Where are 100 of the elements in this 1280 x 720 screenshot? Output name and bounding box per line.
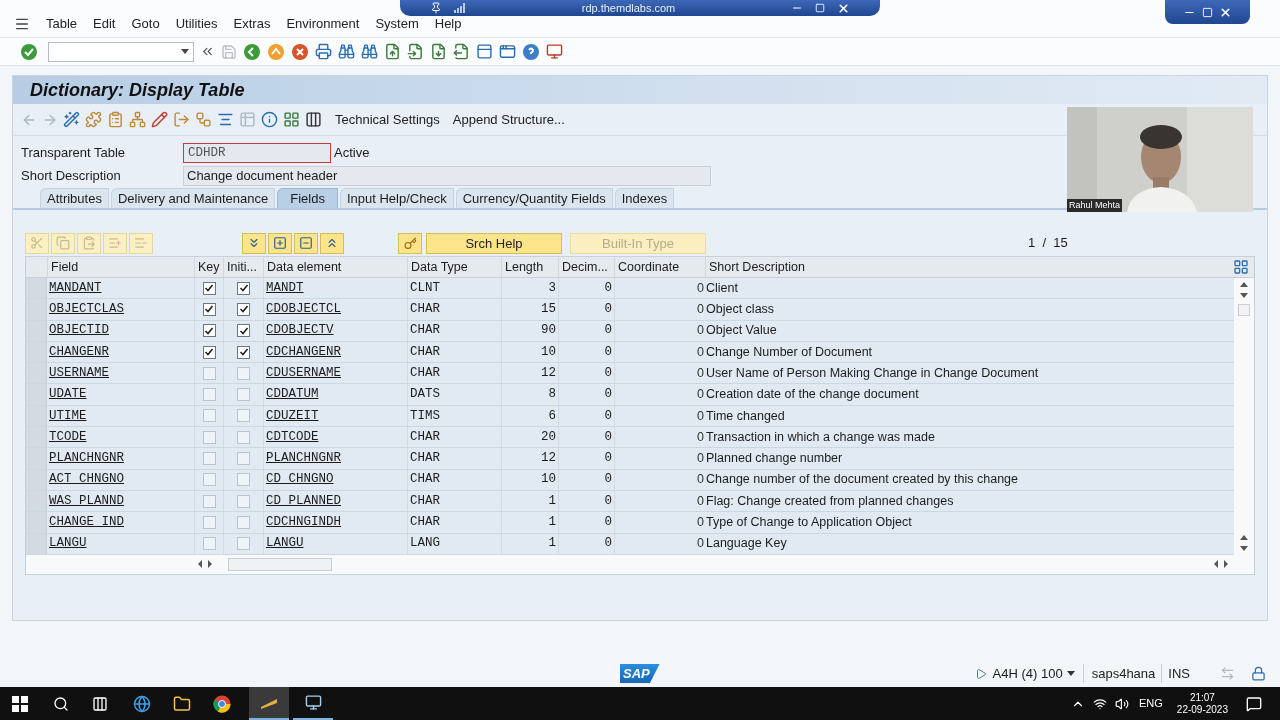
command-field[interactable] [48,41,194,62]
checkbox[interactable] [202,494,216,508]
checkbox[interactable] [237,537,250,551]
toolbar-button[interactable]: Append Structure... [452,109,565,130]
column-header[interactable]: Length [501,257,558,277]
column-header[interactable]: Field [47,257,194,277]
key-icon[interactable] [398,232,422,254]
pin-icon[interactable] [430,2,442,14]
first-page-icon[interactable] [384,43,401,60]
column-header[interactable]: Decim... [558,257,614,277]
tab[interactable]: Delivery and Maintenance [110,188,276,208]
checkbox[interactable] [202,473,216,487]
network-icon[interactable] [1093,696,1107,711]
play-icon[interactable] [974,667,987,680]
checkbox[interactable] [202,452,216,465]
column-header[interactable]: Key [194,257,223,277]
restore-icon[interactable] [1202,6,1213,18]
last-page-icon[interactable] [453,43,470,60]
column-header[interactable]: Data Type [407,257,501,277]
checkbox[interactable] [202,281,216,295]
checkbox[interactable] [237,388,250,402]
scroll-arrows-icon[interactable] [198,560,212,569]
info-icon[interactable] [261,111,278,128]
layout-icon[interactable] [546,43,563,60]
column-settings-icon[interactable] [1233,259,1249,275]
restore-icon[interactable] [815,3,825,13]
toolbar-button[interactable]: Srch Help [426,232,562,254]
scroll-thumb[interactable] [1238,304,1250,316]
previous-page-icon[interactable] [407,43,424,60]
checkbox[interactable] [237,452,250,465]
back-icon[interactable] [243,42,261,61]
checkbox[interactable] [202,345,216,359]
tab[interactable]: Attributes [40,188,109,208]
close-icon[interactable] [837,1,850,15]
hierarchy-icon[interactable] [129,111,146,128]
column-header[interactable]: Initi... [223,257,263,277]
checkbox[interactable] [202,366,216,380]
wand-icon[interactable] [63,111,80,128]
tab[interactable]: Fields [277,188,338,208]
clipboard-icon[interactable] [107,111,124,128]
help-icon[interactable] [522,42,540,61]
scroll-up-icon[interactable] [1240,534,1248,540]
new-window-icon[interactable] [476,43,493,60]
chrome-icon[interactable] [213,694,231,713]
notifications-icon[interactable] [1246,695,1262,712]
checkbox[interactable] [237,302,250,316]
clock-time[interactable]: 21:07 [1189,691,1215,704]
checkbox[interactable] [202,430,216,444]
close-icon[interactable] [1219,5,1232,19]
table-name-field[interactable]: CDHDR [183,143,331,163]
shortcut-icon[interactable] [499,43,516,60]
find-next-icon[interactable] [361,43,378,60]
chevrons-up-icon[interactable] [320,232,344,254]
puzzle-icon[interactable] [85,111,102,128]
windows-logo-icon[interactable] [12,695,28,712]
description-field[interactable]: Change document header [183,166,711,186]
toolbar-button[interactable]: Technical Settings [335,109,440,130]
scroll-arrows-icon[interactable] [1214,560,1228,569]
task-view-icon[interactable] [92,695,108,712]
checkbox[interactable] [237,494,250,508]
checkbox[interactable] [237,515,250,529]
checkbox[interactable] [237,473,250,487]
checkbox[interactable] [202,537,216,551]
chevrons-down-icon[interactable] [242,232,266,254]
checkbox[interactable] [202,515,216,529]
scroll-up-icon[interactable] [1240,282,1248,287]
dropdown-caret-icon[interactable] [1066,671,1075,676]
checkbox[interactable] [202,409,216,423]
checkbox[interactable] [237,366,250,380]
lock-icon[interactable] [1251,666,1266,681]
menu-item[interactable]: Utilities [175,16,218,31]
menu-item[interactable]: Table [46,16,78,31]
tab[interactable]: Input Help/Check [339,188,454,208]
menu-item[interactable]: Goto [131,16,160,31]
sap-app-icon[interactable] [249,687,289,720]
print-icon[interactable] [315,43,332,60]
checkbox[interactable] [202,302,216,316]
tab[interactable]: Currency/Quantity Fields [455,188,613,208]
checkbox[interactable] [237,409,250,423]
vertical-scrollbar[interactable] [1234,278,1254,555]
checkbox[interactable] [237,281,250,295]
search-icon[interactable] [53,695,69,712]
language-indicator[interactable]: ENG [1139,695,1163,712]
menu-item[interactable]: System [375,16,419,31]
next-page-icon[interactable] [430,43,447,60]
enter-icon[interactable] [20,42,38,61]
column-header[interactable]: Data element [263,257,407,277]
up-icon[interactable] [267,42,285,61]
grid-icon[interactable] [283,111,300,128]
browser-icon[interactable] [133,694,151,713]
find-icon[interactable] [338,43,355,60]
folder-icon[interactable] [173,694,191,713]
checkbox[interactable] [202,324,216,338]
checkbox[interactable] [237,430,250,444]
pencil-icon[interactable] [151,111,168,128]
checkbox[interactable] [202,388,216,402]
volume-icon[interactable] [1115,696,1129,711]
scroll-down-icon[interactable] [1240,545,1248,551]
clock-date[interactable]: 22-09-2023 [1176,703,1228,716]
tab[interactable]: Indexes [614,188,675,208]
